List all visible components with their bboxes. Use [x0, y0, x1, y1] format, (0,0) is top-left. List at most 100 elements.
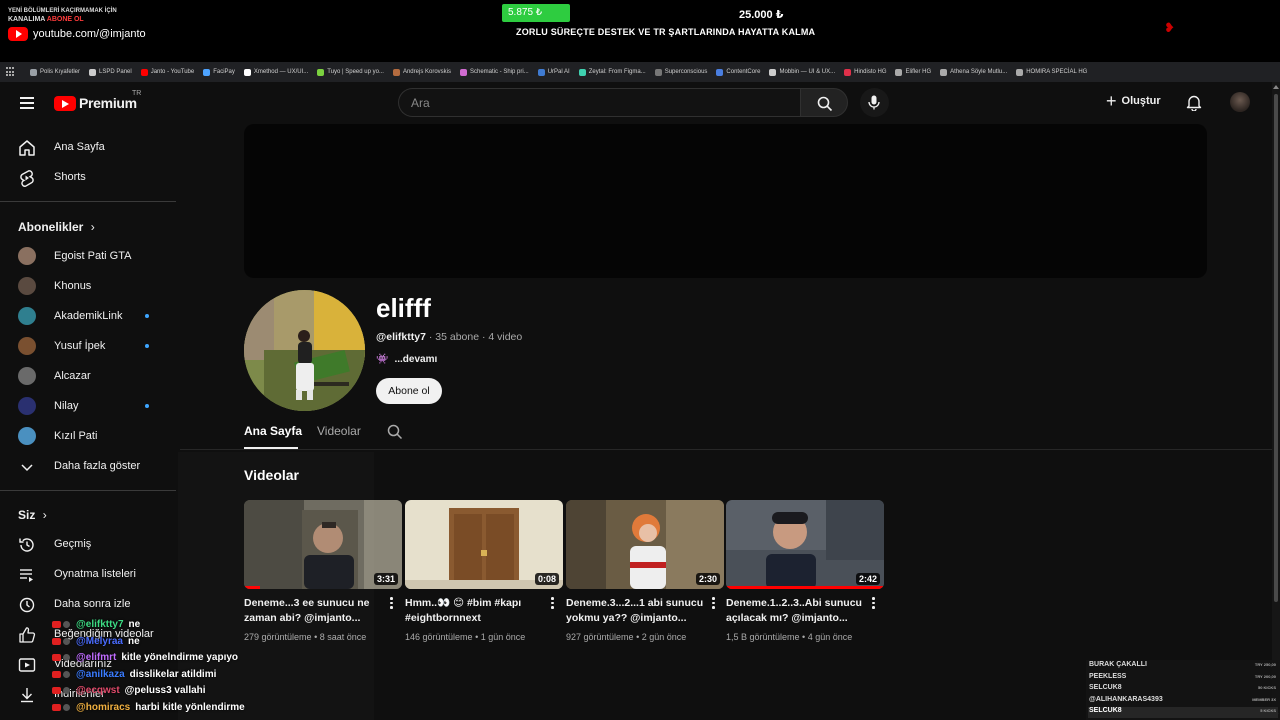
video-duration: 2:30 [695, 573, 720, 585]
video-card[interactable]: 2:42 Deneme.1..2..3..Abi sunucu açılacak… [726, 500, 884, 642]
video-duration: 0:08 [534, 573, 559, 585]
watch-progress [726, 586, 884, 589]
sidebar-subscription-item[interactable]: AkademikLink [0, 301, 176, 331]
leaderboard-row: PEEKLESS TRY 200,00 [1089, 672, 1276, 680]
bookmark-favicon-icon [392, 68, 400, 76]
more-options-icon[interactable] [390, 597, 394, 610]
sidebar-subscription-item[interactable]: Nilay [0, 391, 176, 421]
menu-icon[interactable] [20, 97, 34, 109]
bookmark-item[interactable]: LSPD Panel [89, 68, 132, 76]
channel-search-button[interactable] [387, 424, 403, 445]
chat-message: @elifmrt kitle yönelndirme yapıyo [52, 652, 238, 663]
bookmark-item[interactable]: ContentCore [716, 68, 760, 76]
channel-avatar[interactable] [244, 290, 365, 411]
history-icon [19, 538, 34, 552]
sidebar-item-history[interactable]: Geçmiş [0, 529, 176, 559]
microphone-icon [868, 95, 880, 110]
bookmark-item[interactable]: Polis Kıyafetler [30, 68, 80, 76]
channel-name: elifff [376, 293, 431, 323]
bell-icon [1186, 95, 1202, 112]
you-header[interactable]: Siz › [18, 508, 47, 522]
chat-text: ne [128, 619, 141, 630]
notifications-button[interactable] [1186, 94, 1202, 116]
your-videos-icon [18, 658, 36, 672]
subscription-avatar [18, 307, 36, 325]
video-duration: 2:42 [855, 573, 880, 585]
bookmark-item[interactable]: Tuyo | Speed up yo... [317, 68, 384, 76]
subscriptions-header[interactable]: Abonelikler › [18, 220, 95, 234]
bookmark-item[interactable]: Athena Söyle Mutlu... [940, 68, 1007, 76]
sidebar-subscription-item[interactable]: Alcazar [0, 361, 176, 391]
more-options-icon[interactable] [551, 597, 555, 610]
bookmark-favicon-icon [203, 68, 211, 76]
sidebar-item-home[interactable]: Ana Sayfa [0, 132, 176, 162]
tab-videos[interactable]: Videolar [317, 424, 361, 438]
page-scrollbar[interactable] [1272, 82, 1280, 720]
bookmark-item[interactable]: FaciPay [203, 68, 235, 76]
video-thumbnail[interactable]: 2:42 [726, 500, 884, 589]
sidebar-subscription-item[interactable]: Khonus [0, 271, 176, 301]
create-button[interactable]: + Oluştur [1106, 92, 1161, 110]
chat-badges-icon [52, 687, 72, 694]
donation-goal-target: 25.000 ₺ [739, 9, 784, 21]
bookmark-item[interactable]: Schematic - Ship pri... [460, 68, 529, 76]
tab-home[interactable]: Ana Sayfa [244, 424, 302, 438]
video-title[interactable]: Hmm..👀 😊 #bim #kapı #eightbornnext [405, 596, 545, 626]
apps-grid-icon[interactable] [6, 67, 16, 77]
promo-line-2: KANALIMA ABONE OL [8, 16, 84, 23]
bookmark-item[interactable]: Mobbin — UI & UX... [769, 68, 835, 76]
bookmark-item[interactable]: HOMIRA SPECİAL HG [1016, 68, 1087, 76]
bookmark-item[interactable]: Hindisto HG [844, 68, 886, 76]
voice-search-button[interactable] [860, 88, 889, 117]
account-avatar[interactable] [1230, 92, 1250, 112]
chat-text: @peluss3 vallahi [124, 685, 206, 696]
bookmark-item[interactable]: Zeytal: From Figma... [578, 68, 646, 76]
stream-overlay-top: YENİ BÖLÜMLERİ KAÇIRMAMAK İÇİN KANALIMA … [0, 0, 1280, 62]
scrollbar-thumb[interactable] [1274, 94, 1278, 602]
subscription-avatar [18, 277, 36, 295]
video-title[interactable]: Deneme.3...2...1 abi sunucu yokmu ya?? @… [566, 596, 706, 626]
video-title[interactable]: Deneme.1..2..3..Abi sunucu açılacak mı? … [726, 596, 866, 626]
sidebar-subscription-item[interactable]: Yusuf İpek [0, 331, 176, 361]
bookmark-item[interactable]: UrPal AI [537, 68, 570, 76]
chat-message: @anilkaza disslikelar atildimi [52, 669, 216, 680]
bookmark-item[interactable]: Andrejs Korovskis [392, 68, 451, 76]
bookmark-item[interactable]: Superconscious [654, 68, 707, 76]
sidebar-item-shorts[interactable]: Shorts [0, 162, 176, 192]
scroll-up-icon[interactable] [1273, 85, 1279, 89]
bookmark-favicon-icon [895, 68, 903, 76]
sidebar-show-more[interactable]: Daha fazla göster [0, 451, 176, 481]
bookmark-item[interactable]: Janto - YouTube [140, 68, 194, 76]
more-options-icon[interactable] [872, 597, 876, 610]
description-more-link[interactable]: ...devamı [394, 354, 437, 365]
bookmark-item[interactable]: Elifler HG [895, 68, 931, 76]
promo-line-1: YENİ BÖLÜMLERİ KAÇIRMAMAK İÇİN [8, 8, 117, 14]
search-input[interactable] [411, 95, 800, 110]
video-card[interactable]: 0:08 Hmm..👀 😊 #bim #kapı #eightbornnext … [405, 500, 563, 642]
bookmark-item[interactable]: Xmethod — UX/UI... [243, 68, 308, 76]
bookmark-favicon-icon [654, 68, 662, 76]
subscription-avatar [18, 367, 36, 385]
leaderboard-row: SELCUK8 50 KICKS [1089, 684, 1276, 691]
sidebar-item-playlists[interactable]: Oynatma listeleri [0, 559, 176, 589]
youtube-premium-logo[interactable]: Premium TR [54, 90, 141, 111]
video-card[interactable]: 2:30 Deneme.3...2...1 abi sunucu yokmu y… [566, 500, 724, 642]
sidebar-subscription-item[interactable]: Kızıl Pati [0, 421, 176, 451]
new-content-dot [145, 404, 149, 408]
chat-text: ne [128, 635, 140, 647]
channel-description[interactable]: 👾 ...devamı [376, 354, 437, 365]
chevron-right-icon: › [42, 508, 47, 522]
sidebar-subscription-item[interactable]: Egoist Pati GTA [0, 241, 176, 271]
video-thumbnail[interactable]: 0:08 [405, 500, 563, 589]
watch-later-icon [19, 597, 35, 613]
search-button[interactable] [800, 88, 848, 117]
logo-text: Premium [79, 95, 137, 111]
more-options-icon[interactable] [712, 597, 716, 610]
bookmark-favicon-icon [940, 68, 948, 76]
subscribe-button[interactable]: Abone ol [376, 378, 442, 404]
sidebar-item-watch-later[interactable]: Daha sonra izle [0, 589, 176, 619]
chat-badges-icon [52, 637, 72, 645]
leaderboard-row: SELCUK8 5 KICKS [1088, 707, 1278, 718]
video-thumbnail[interactable]: 2:30 [566, 500, 724, 589]
chat-username: @Melyraa [76, 635, 123, 647]
